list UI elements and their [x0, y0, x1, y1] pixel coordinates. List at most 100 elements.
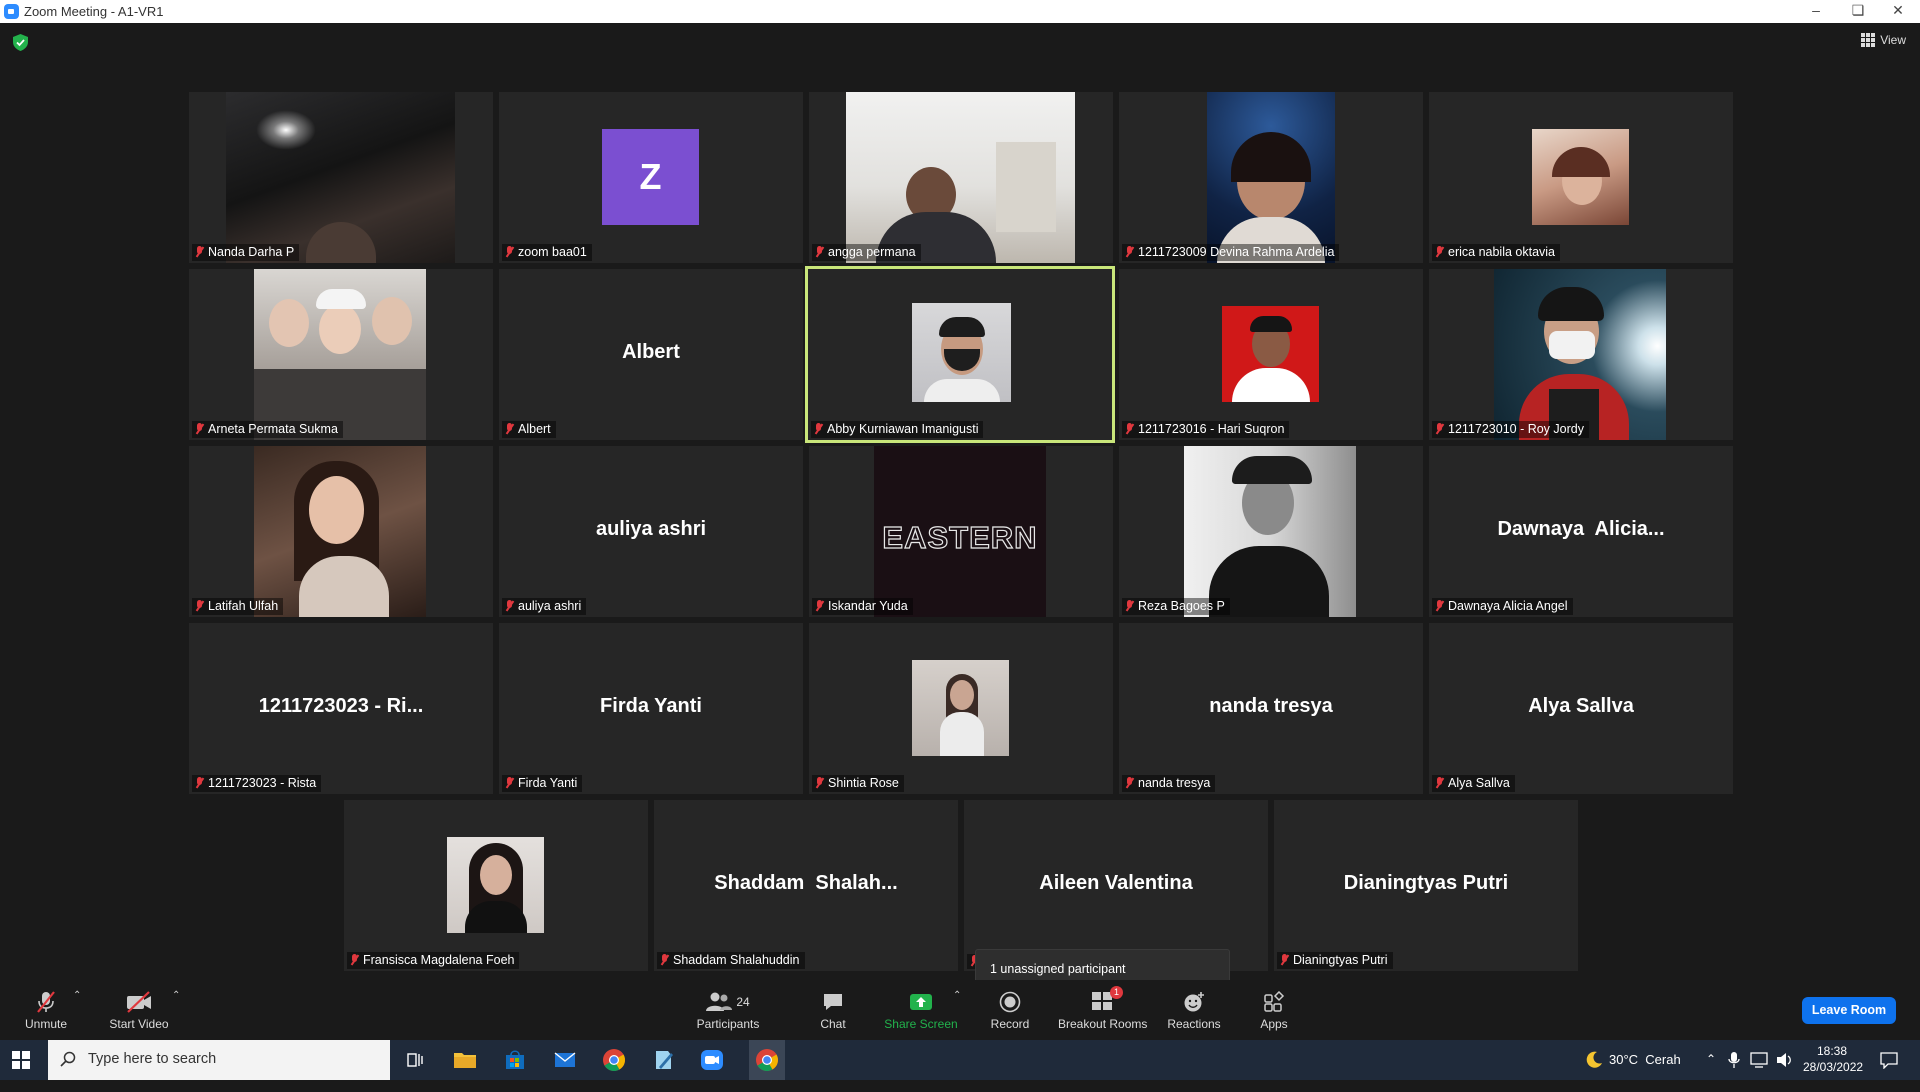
- unmute-button[interactable]: Unmute: [18, 990, 74, 1031]
- participant-nameplate: Fransisca Magdalena Foeh: [347, 952, 520, 969]
- network-icon[interactable]: [1750, 1052, 1768, 1092]
- participant-tile[interactable]: Reza Bagoes P: [1119, 446, 1423, 617]
- profile-photo: [1532, 129, 1629, 225]
- mic-muted-icon: [195, 777, 204, 789]
- participant-tile[interactable]: nanda tresya nanda tresya: [1119, 623, 1423, 794]
- participant-display-name: auliya ashri: [595, 518, 707, 540]
- participant-tile[interactable]: 1211723010 - Roy Jordy: [1429, 269, 1733, 440]
- mic-muted-icon: [505, 246, 514, 258]
- participants-button[interactable]: 24 Participants: [690, 990, 766, 1031]
- eastern-logo-text: EASTERN: [882, 519, 1038, 555]
- participant-nameplate: Shaddam Shalahuddin: [657, 952, 805, 969]
- participant-tile[interactable]: 1211723023 - Ri... 1211723023 - Rista: [189, 623, 493, 794]
- participant-display-name: Albert: [622, 341, 680, 363]
- participant-tile[interactable]: EASTERN Iskandar Yuda: [809, 446, 1113, 617]
- mic-muted-icon: [505, 777, 514, 789]
- mic-muted-icon: [815, 600, 824, 612]
- participant-tile[interactable]: auliya ashri auliya ashri: [499, 446, 803, 617]
- chrome-icon[interactable]: [601, 1047, 627, 1073]
- mic-muted-icon: [1125, 423, 1134, 435]
- mic-muted-icon: [195, 423, 204, 435]
- share-screen-icon: [910, 994, 932, 1010]
- participant-display-name: Dawnaya Alicia...: [1497, 518, 1665, 540]
- mic-muted-icon: [1280, 954, 1289, 966]
- tray-overflow-icon[interactable]: ⌃: [1706, 1052, 1716, 1092]
- video-off-icon: [127, 991, 151, 1013]
- minimize-button[interactable]: –: [1796, 0, 1836, 23]
- task-view-icon[interactable]: [402, 1047, 428, 1073]
- window-title: Zoom Meeting - A1-VR1: [24, 4, 164, 19]
- record-button[interactable]: Record: [985, 990, 1035, 1031]
- breakout-rooms-button[interactable]: 1 Breakout Rooms: [1058, 985, 1147, 1031]
- windows-start-icon[interactable]: [12, 1051, 30, 1069]
- search-placeholder: Type here to search: [88, 1051, 217, 1067]
- participant-tile[interactable]: 1211723009 Devina Rahma Ardelia: [1119, 92, 1423, 263]
- participant-tile[interactable]: Nanda Darha P: [189, 92, 493, 263]
- participant-nameplate: auliya ashri: [502, 598, 587, 615]
- participant-nameplate: Shintia Rose: [812, 775, 904, 792]
- participant-tile[interactable]: Latifah Ulfah: [189, 446, 493, 617]
- microphone-tray-icon[interactable]: [1728, 1052, 1740, 1092]
- participant-tile[interactable]: Fransisca Magdalena Foeh: [344, 800, 648, 971]
- participant-tile[interactable]: 1211723016 - Hari Suqron: [1119, 269, 1423, 440]
- meeting-toolbar: Unmute ⌃ Start Video ⌃ 24 Participants C…: [0, 980, 1920, 1040]
- participant-tile[interactable]: Aileen Valentina: [964, 800, 1268, 971]
- windows-taskbar: Type here to search 30°C Cerah ⌃ 18:38 2…: [0, 1040, 1920, 1080]
- mic-muted-icon: [1125, 777, 1134, 789]
- start-video-button[interactable]: Start Video: [104, 990, 174, 1031]
- participant-display-name: Aileen Valentina: [1039, 872, 1193, 894]
- participant-tile[interactable]: Z zoom baa01: [499, 92, 803, 263]
- chat-button[interactable]: Chat: [809, 990, 857, 1031]
- participant-nameplate: Latifah Ulfah: [192, 598, 284, 615]
- search-icon: [60, 1051, 76, 1067]
- weather-text: 30°C Cerah: [1609, 1052, 1681, 1067]
- zoom-taskbar-icon[interactable]: [699, 1047, 725, 1073]
- participant-tile[interactable]: Dianingtyas Putri Dianingtyas Putri: [1274, 800, 1578, 971]
- participant-tile[interactable]: Shaddam Shalah... Shaddam Shalahuddin: [654, 800, 958, 971]
- mic-muted-icon: [195, 600, 204, 612]
- participant-tile[interactable]: Shintia Rose: [809, 623, 1113, 794]
- participant-nameplate: Reza Bagoes P: [1122, 598, 1230, 615]
- notepad-icon[interactable]: [650, 1047, 676, 1073]
- encryption-shield-icon[interactable]: [13, 34, 28, 51]
- restore-button[interactable]: ❏: [1838, 0, 1878, 23]
- apps-icon: [1264, 991, 1285, 1012]
- view-button[interactable]: View: [1861, 33, 1906, 47]
- participant-nameplate: 1211723023 - Rista: [192, 775, 322, 792]
- mic-muted-icon: [1435, 423, 1444, 435]
- participant-video: [254, 269, 426, 440]
- title-bar: Zoom Meeting - A1-VR1 – ❏ ✕: [0, 0, 1920, 23]
- close-button[interactable]: ✕: [1878, 0, 1918, 23]
- participant-tile[interactable]: erica nabila oktavia: [1429, 92, 1733, 263]
- taskbar-search-box[interactable]: Type here to search: [48, 1040, 390, 1080]
- active-speaker-tile[interactable]: Abby Kurniawan Imanigusti: [805, 266, 1115, 443]
- participant-tile[interactable]: Arneta Permata Sukma: [189, 269, 493, 440]
- share-options-caret[interactable]: ⌃: [953, 990, 961, 1001]
- clock[interactable]: 18:38 28/03/2022: [1803, 1040, 1863, 1080]
- mic-muted-icon: [195, 246, 204, 258]
- volume-icon[interactable]: [1776, 1052, 1794, 1092]
- mic-muted-icon: [505, 600, 514, 612]
- participant-tile[interactable]: Firda Yanti Firda Yanti: [499, 623, 803, 794]
- participant-nameplate: 1211723010 - Roy Jordy: [1432, 421, 1589, 438]
- chrome-active-icon[interactable]: [749, 1040, 785, 1080]
- mail-icon[interactable]: [552, 1047, 578, 1073]
- apps-button[interactable]: Apps: [1252, 990, 1296, 1031]
- participant-nameplate: Firda Yanti: [502, 775, 583, 792]
- participant-display-name: nanda tresya: [1209, 695, 1333, 717]
- participant-tile[interactable]: Albert Albert: [499, 269, 803, 440]
- audio-options-caret[interactable]: ⌃: [73, 990, 81, 1001]
- participant-tile[interactable]: angga permana: [809, 92, 1113, 263]
- participant-video: [846, 92, 1075, 263]
- mic-muted-icon: [1125, 246, 1134, 258]
- participant-nameplate: Dawnaya Alicia Angel: [1432, 598, 1573, 615]
- notification-center-icon[interactable]: [1880, 1051, 1898, 1091]
- share-screen-button[interactable]: Share Screen: [883, 990, 959, 1031]
- reactions-button[interactable]: Reactions: [1166, 990, 1222, 1031]
- file-explorer-icon[interactable]: [452, 1047, 478, 1073]
- participant-tile[interactable]: Dawnaya Alicia... Dawnaya Alicia Angel: [1429, 446, 1733, 617]
- leave-room-button[interactable]: Leave Room: [1802, 997, 1896, 1024]
- microsoft-store-icon[interactable]: [502, 1047, 528, 1073]
- participant-tile[interactable]: Alya Sallva Alya Sallva: [1429, 623, 1733, 794]
- video-options-caret[interactable]: ⌃: [172, 990, 180, 1001]
